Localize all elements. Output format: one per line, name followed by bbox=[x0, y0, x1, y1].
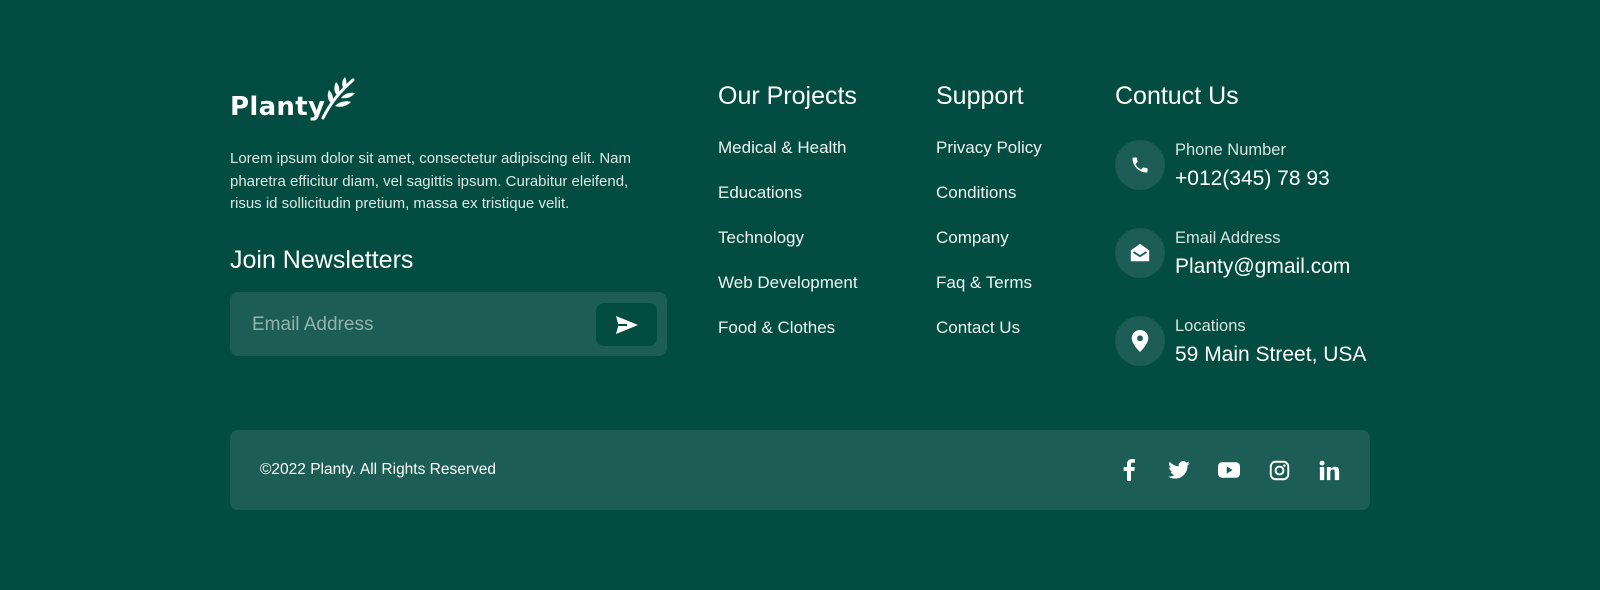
support-list: Privacy Policy Conditions Company Faq & … bbox=[936, 137, 1042, 362]
email-input[interactable] bbox=[250, 306, 584, 344]
projects-list: Medical & Health Educations Technology W… bbox=[718, 137, 858, 362]
linkedin-link[interactable] bbox=[1318, 458, 1340, 482]
facebook-link[interactable] bbox=[1118, 458, 1140, 482]
support-link-faq-terms[interactable]: Faq & Terms bbox=[936, 272, 1042, 317]
instagram-link[interactable] bbox=[1268, 458, 1290, 482]
leaf-icon bbox=[321, 77, 356, 120]
support-link-conditions[interactable]: Conditions bbox=[936, 182, 1042, 227]
location-pin-icon bbox=[1131, 330, 1149, 352]
send-icon bbox=[615, 315, 638, 334]
phone-icon-circle bbox=[1115, 140, 1165, 190]
linkedin-icon bbox=[1319, 460, 1339, 480]
brand-name: Planty bbox=[230, 92, 326, 122]
project-link-technology[interactable]: Technology bbox=[718, 227, 858, 272]
location-icon-circle bbox=[1115, 316, 1165, 366]
support-link-privacy-policy[interactable]: Privacy Policy bbox=[936, 137, 1042, 182]
phone-icon bbox=[1132, 157, 1148, 173]
phone-label: Phone Number bbox=[1175, 141, 1286, 159]
support-link-company[interactable]: Company bbox=[936, 227, 1042, 272]
contact-location: Locations 59 Main Street, USA bbox=[1115, 316, 1366, 368]
newsletter-title: Join Newsletters bbox=[230, 246, 414, 274]
youtube-link[interactable] bbox=[1218, 458, 1240, 482]
brand-description: Lorem ipsum dolor sit amet, consectetur … bbox=[230, 150, 632, 212]
subscribe-button[interactable] bbox=[596, 303, 657, 346]
phone-value[interactable]: +012(345) 78 93 bbox=[1175, 166, 1330, 192]
youtube-icon bbox=[1218, 462, 1240, 478]
contact-title: Contuct Us bbox=[1115, 82, 1239, 110]
newsletter-form bbox=[230, 292, 667, 356]
project-link-medical-health[interactable]: Medical & Health bbox=[718, 137, 858, 182]
support-link-contact-us[interactable]: Contact Us bbox=[936, 317, 1042, 362]
envelope-open-icon bbox=[1130, 243, 1150, 262]
twitter-icon bbox=[1168, 461, 1190, 479]
support-title: Support bbox=[936, 82, 1024, 110]
contact-phone: Phone Number +012(345) 78 93 bbox=[1115, 140, 1330, 192]
twitter-link[interactable] bbox=[1168, 458, 1190, 482]
email-label: Email Address bbox=[1175, 229, 1281, 247]
project-link-food-clothes[interactable]: Food & Clothes bbox=[718, 317, 858, 362]
location-label: Locations bbox=[1175, 317, 1246, 335]
project-link-educations[interactable]: Educations bbox=[718, 182, 858, 227]
footer-bar: ©2022 Planty. All Rights Reserved bbox=[230, 430, 1370, 510]
location-value: 59 Main Street, USA bbox=[1175, 343, 1367, 366]
projects-title: Our Projects bbox=[718, 82, 857, 110]
facebook-icon bbox=[1123, 459, 1135, 481]
copyright-text: ©2022 Planty. All Rights Reserved bbox=[260, 461, 497, 478]
email-value[interactable]: Planty@gmail.com bbox=[1175, 254, 1350, 280]
instagram-icon bbox=[1269, 460, 1289, 480]
project-link-web-development[interactable]: Web Development bbox=[718, 272, 858, 317]
contact-email: Email Address Planty@gmail.com bbox=[1115, 228, 1350, 280]
social-links bbox=[1090, 458, 1340, 482]
email-icon-circle bbox=[1115, 228, 1165, 278]
brand-logo[interactable]: Planty bbox=[230, 76, 357, 120]
